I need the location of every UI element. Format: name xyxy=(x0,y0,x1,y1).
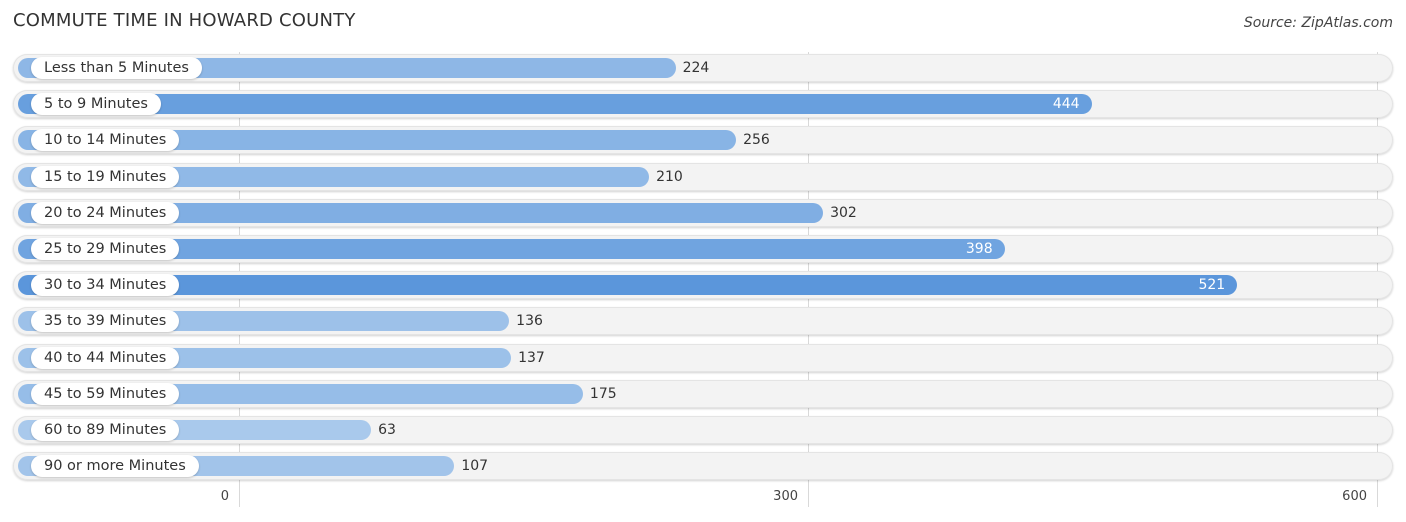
value-label: 444 xyxy=(1052,96,1080,113)
value-label: 210 xyxy=(656,168,683,185)
bar[interactable] xyxy=(18,94,1092,115)
bar[interactable] xyxy=(18,275,1238,296)
value-label: 521 xyxy=(1198,277,1226,294)
category-label: 45 to 59 Minutes xyxy=(31,382,180,405)
category-label: 25 to 29 Minutes xyxy=(31,238,180,260)
value-label: 107 xyxy=(461,458,489,475)
source-label: Source: ZipAtlas.com xyxy=(1243,15,1393,31)
category-label: 10 to 14 Minutes xyxy=(31,129,180,152)
value-label: 63 xyxy=(378,422,396,438)
category-label: 30 to 34 Minutes xyxy=(31,274,180,297)
category-label: 40 to 44 Minutes xyxy=(31,346,180,369)
value-label: 224 xyxy=(682,60,710,76)
value-label: 137 xyxy=(518,349,545,366)
category-label: 35 to 39 Minutes xyxy=(31,310,180,333)
value-label: 256 xyxy=(743,132,770,149)
category-label: 90 or more Minutes xyxy=(31,455,199,478)
value-label: 302 xyxy=(830,204,857,221)
value-label: 136 xyxy=(516,313,543,330)
category-label: Less than 5 Minutes xyxy=(31,57,202,79)
category-label: 5 to 9 Minutes xyxy=(31,93,161,116)
category-label: 15 to 19 Minutes xyxy=(31,165,180,188)
x-tick-label: 600 xyxy=(1342,489,1367,504)
x-tick-label: 300 xyxy=(773,489,798,504)
chart-title: COMMUTE TIME IN HOWARD COUNTY xyxy=(13,10,356,31)
value-label: 398 xyxy=(965,241,993,257)
value-label: 175 xyxy=(589,385,617,402)
category-label: 20 to 24 Minutes xyxy=(31,201,180,224)
x-tick-label: 0 xyxy=(220,489,229,504)
category-label: 60 to 89 Minutes xyxy=(31,419,180,441)
